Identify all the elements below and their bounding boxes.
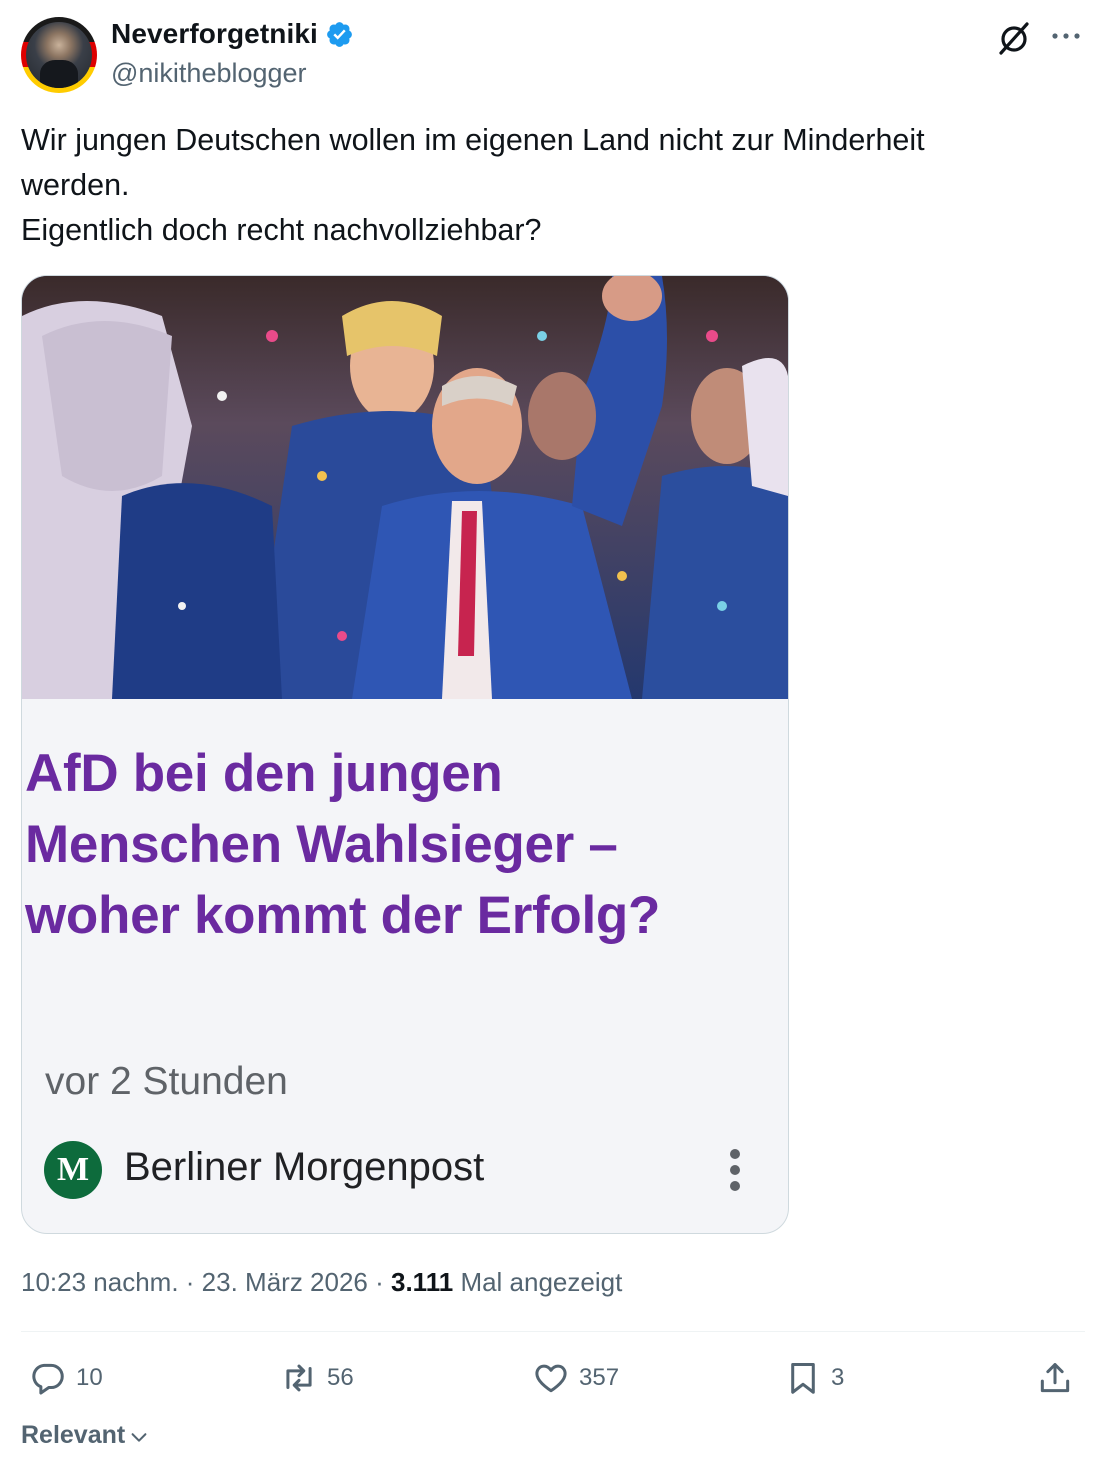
publisher-name: Berliner Morgenpost: [124, 1145, 485, 1189]
headline-line: AfD bei den jungen: [25, 744, 503, 803]
retweet-icon: [286, 1364, 312, 1392]
publisher-logo: M: [44, 1141, 102, 1199]
share-icon: [1040, 1363, 1070, 1393]
tweet-date[interactable]: 23. März 2026: [202, 1267, 368, 1297]
avatar-photo: [26, 22, 92, 88]
meta-separator: ·: [367, 1267, 391, 1297]
reply-sort-label: Relevant: [21, 1421, 126, 1449]
bookmark-count: 3: [831, 1364, 845, 1391]
headline-line: woher kommt der Erfolg?: [25, 886, 661, 945]
bookmark-icon: [791, 1363, 815, 1394]
tweet-text: Wir jungen Deutschen wollen im eigenen L…: [21, 118, 1081, 253]
views-label: Mal angezeigt: [460, 1267, 623, 1297]
author-name-row[interactable]: Neverforgetniki: [111, 18, 354, 50]
divider: [21, 1331, 1085, 1332]
tweet-text-line: werden.: [21, 168, 130, 202]
news-headline: AfD bei den jungen Menschen Wahlsieger –…: [25, 738, 745, 951]
share-button[interactable]: [1036, 1352, 1074, 1404]
heart-icon: [535, 1364, 567, 1393]
news-photo: [22, 276, 788, 699]
more-horizontal-icon[interactable]: [1050, 25, 1082, 47]
tweet-text-line: Eigentlich doch recht nachvollziehbar?: [21, 213, 542, 247]
retweet-button[interactable]: 56: [280, 1352, 354, 1404]
more-vertical-icon: [730, 1149, 740, 1191]
reply-icon: [32, 1363, 64, 1395]
reply-button[interactable]: 10: [29, 1352, 103, 1404]
reply-count: 10: [76, 1364, 103, 1391]
reply-sort-button[interactable]: Relevant: [21, 1421, 150, 1450]
meta-separator: ·: [178, 1267, 202, 1297]
tweet-meta: 10:23 nachm. · 23. März 2026 · 3.111 Mal…: [21, 1267, 622, 1298]
tweet-time[interactable]: 10:23 nachm.: [21, 1267, 179, 1297]
news-time-ago: vor 2 Stunden: [45, 1060, 288, 1103]
author-handle[interactable]: @nikitheblogger: [111, 58, 307, 89]
retweet-count: 56: [327, 1364, 354, 1391]
like-count: 357: [579, 1364, 620, 1391]
author-name[interactable]: Neverforgetniki: [111, 18, 318, 50]
headline-line: Menschen Wahlsieger –: [25, 815, 618, 874]
like-button[interactable]: 357: [532, 1352, 619, 1404]
views-count: 3.111: [391, 1267, 454, 1297]
grok-icon[interactable]: [996, 20, 1032, 56]
author-avatar[interactable]: [21, 17, 97, 93]
verified-badge-icon: [327, 21, 352, 47]
bookmark-button[interactable]: 3: [784, 1352, 844, 1404]
chevron-down-icon: [131, 1433, 147, 1442]
tweet-text-line: Wir jungen Deutschen wollen im eigenen L…: [21, 123, 925, 157]
